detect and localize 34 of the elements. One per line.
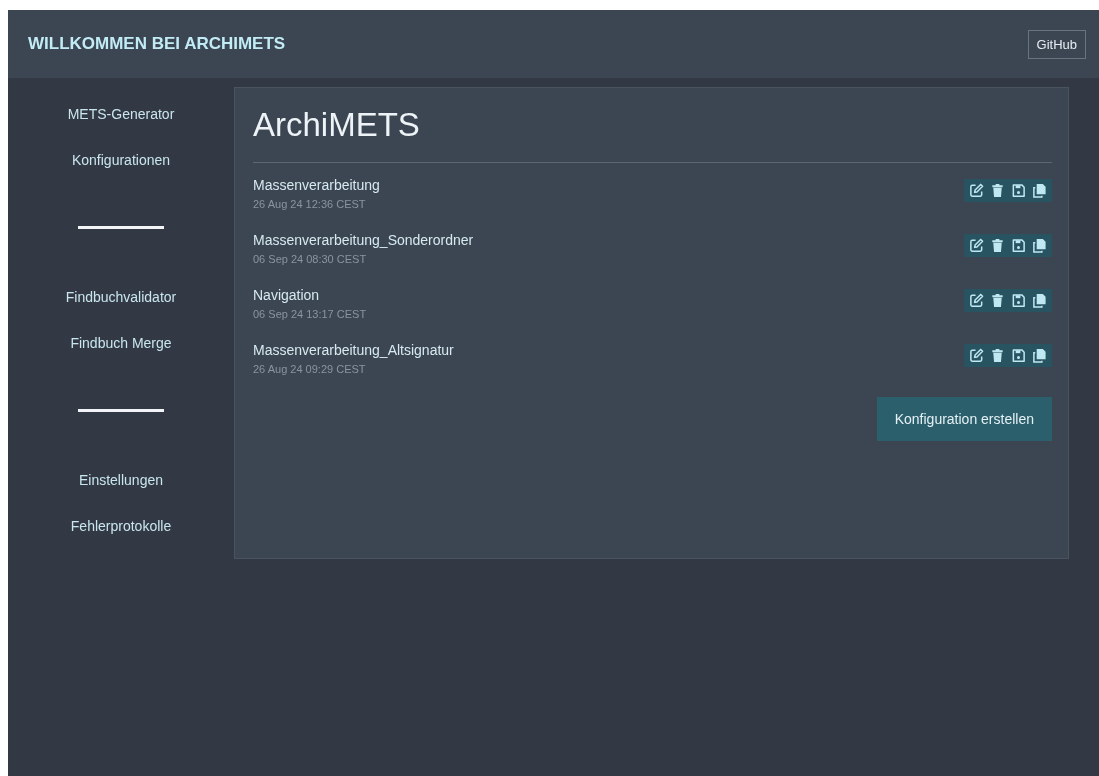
configuration-name[interactable]: Navigation	[253, 287, 367, 303]
trash-icon[interactable]	[990, 348, 1005, 363]
github-button[interactable]: GitHub	[1027, 29, 1086, 59]
trash-icon[interactable]	[990, 238, 1005, 253]
trash-icon[interactable]	[990, 183, 1005, 198]
trash-icon[interactable]	[990, 293, 1005, 308]
save-icon[interactable]	[1011, 238, 1026, 253]
save-icon[interactable]	[1011, 348, 1026, 363]
sidebar-link[interactable]: Findbuch Merge	[70, 335, 172, 351]
edit-icon[interactable]	[969, 293, 984, 308]
configuration-date: 26 Aug 24 12:36 CEST	[253, 198, 367, 210]
copy-icon[interactable]	[1032, 348, 1047, 363]
edit-icon[interactable]	[969, 183, 984, 198]
configuration-date: 26 Aug 24 09:29 CEST	[253, 363, 367, 375]
configuration-name[interactable]: Massenverarbeitung_Sonderordner	[253, 232, 474, 248]
configuration-name[interactable]: Massenverarbeitung_Altsignatur	[253, 342, 454, 358]
copy-icon[interactable]	[1032, 183, 1047, 198]
edit-icon[interactable]	[969, 348, 984, 363]
configuration-date: 06 Sep 24 08:30 CEST	[253, 253, 368, 265]
configuration-name[interactable]: Massenverarbeitung	[253, 177, 380, 193]
page-title: ArchiMETS	[253, 106, 421, 144]
sidebar-link[interactable]: Fehlerprotokolle	[70, 518, 172, 534]
configuration-date: 06 Sep 24 13:17 CEST	[253, 308, 367, 320]
copy-icon[interactable]	[1032, 238, 1047, 253]
sidebar-link[interactable]: Findbuchvalidator	[65, 289, 177, 305]
app-title: WILLKOMMEN BEI ARCHIMETS	[28, 34, 286, 54]
copy-icon[interactable]	[1032, 293, 1047, 308]
create-configuration-button[interactable]: Konfiguration erstellen	[876, 397, 1052, 441]
sidebar-link[interactable]: Konfigurationen	[71, 152, 171, 168]
sidebar-link[interactable]: METS-Generator	[67, 106, 175, 122]
edit-icon[interactable]	[969, 238, 984, 253]
save-icon[interactable]	[1011, 293, 1026, 308]
save-icon[interactable]	[1011, 183, 1026, 198]
sidebar-link[interactable]: Einstellungen	[78, 472, 163, 488]
